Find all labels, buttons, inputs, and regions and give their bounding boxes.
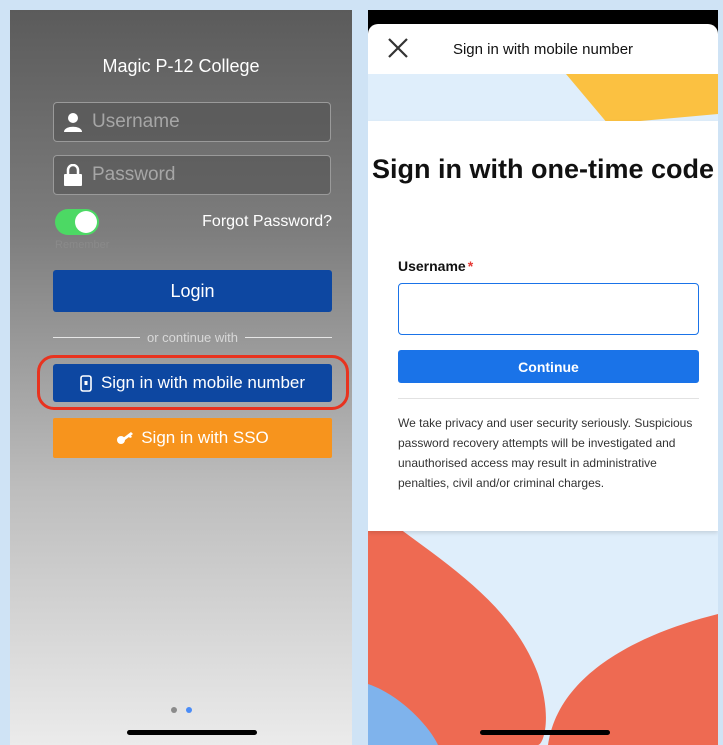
required-asterisk: * <box>467 258 474 274</box>
divider-line <box>245 337 332 338</box>
modal-header: Sign in with mobile number <box>368 24 718 74</box>
mobile-signin-screen: Sign in with mobile number Sign in with … <box>368 10 718 745</box>
username-input[interactable] <box>398 283 699 335</box>
continue-button[interactable]: Continue <box>398 350 699 383</box>
home-indicator[interactable] <box>480 730 610 735</box>
signin-card: Sign in with one-time code Username * Con… <box>368 121 718 531</box>
password-placeholder: Password <box>92 164 176 185</box>
header-title: Sign in with mobile number <box>452 40 634 58</box>
divider-line <box>53 337 140 338</box>
toggle-knob <box>75 211 97 233</box>
username-label: Username * <box>398 258 473 274</box>
signin-heading: Sign in with one-time code <box>371 154 714 184</box>
remember-label: Remember <box>55 239 110 251</box>
password-field[interactable]: Password <box>53 155 331 195</box>
divider-text: or continue with <box>146 330 239 345</box>
forgot-password-link[interactable]: Forgot Password? <box>202 213 332 231</box>
login-screen: Magic P-12 College Username Password Rem… <box>10 10 352 745</box>
close-icon[interactable] <box>386 36 410 60</box>
sso-signin-button[interactable]: Sign in with SSO <box>53 418 332 458</box>
home-indicator[interactable] <box>127 730 257 735</box>
sso-signin-label: Sign in with SSO <box>141 428 269 447</box>
security-notice: We take privacy and user security seriou… <box>398 416 693 490</box>
page-dot-active[interactable] <box>185 707 192 713</box>
username-placeholder: Username <box>92 111 180 132</box>
highlight-ring <box>37 355 349 410</box>
remember-toggle[interactable] <box>55 209 99 235</box>
separator <box>398 398 699 399</box>
page-indicator <box>10 707 352 713</box>
key-icon <box>116 431 134 445</box>
school-name: Magic P-12 College <box>102 56 260 76</box>
username-field[interactable]: Username <box>53 102 331 142</box>
or-divider: or continue with <box>53 330 332 345</box>
user-icon <box>62 111 84 133</box>
username-label-text: Username <box>398 258 466 274</box>
lock-icon <box>62 164 84 186</box>
page-dot[interactable] <box>170 707 177 713</box>
login-button[interactable]: Login <box>53 270 332 312</box>
